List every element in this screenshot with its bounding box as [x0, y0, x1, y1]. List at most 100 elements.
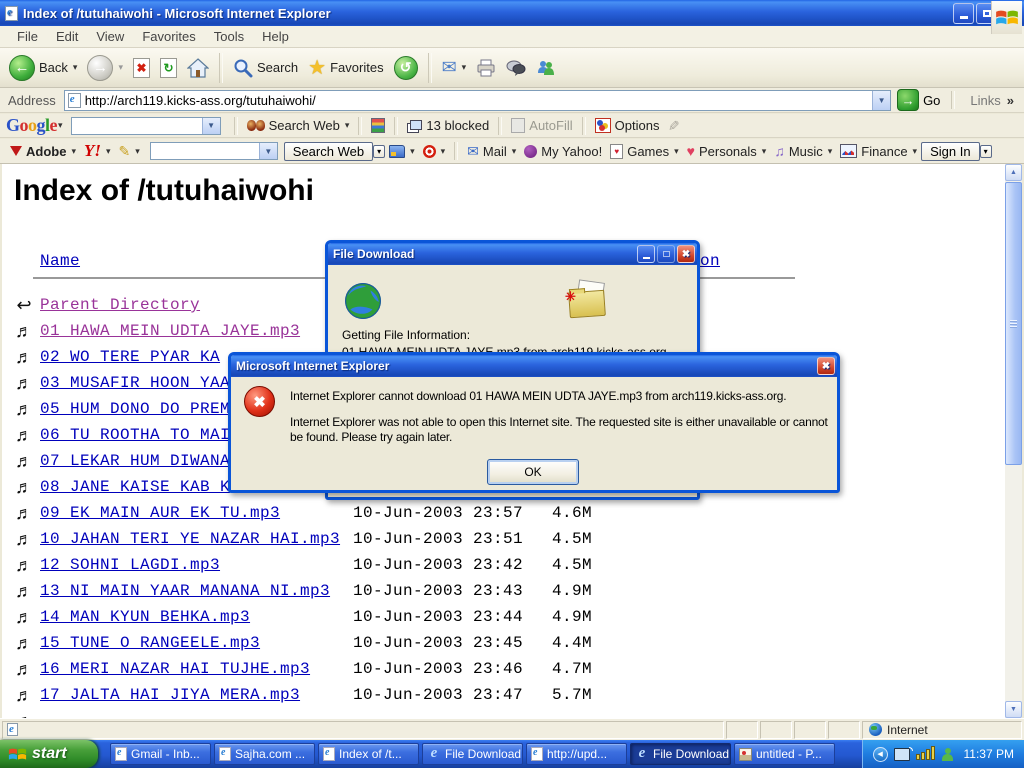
my-yahoo-button[interactable]: My Yahoo!: [520, 143, 606, 160]
google-options-button[interactable]: Options: [591, 116, 664, 135]
messenger-tray-icon[interactable]: [941, 748, 954, 761]
file-link[interactable]: 06 TU ROOTHA TO MAI: [40, 426, 230, 444]
history-button[interactable]: ↺: [389, 53, 423, 83]
yahoo-search-web-dropdown[interactable]: ▾: [373, 145, 385, 158]
stop-button[interactable]: ✖: [128, 55, 155, 81]
error-close-button[interactable]: ✖: [817, 357, 835, 375]
mail-button[interactable]: ✉ ▾: [437, 54, 472, 81]
dialog-close-button[interactable]: ✖: [677, 245, 695, 263]
sign-in-dropdown[interactable]: ▾: [980, 145, 992, 158]
refresh-button[interactable]: ↻: [155, 55, 182, 81]
menu-item[interactable]: Favorites: [133, 27, 204, 46]
file-link[interactable]: 17 JALTA HAI JIYA MERA.mp3: [40, 686, 300, 704]
messenger-button[interactable]: [531, 56, 561, 80]
popup-blocker-button[interactable]: 13 blocked: [403, 116, 493, 135]
google-dropdown-icon[interactable]: ▾: [58, 120, 63, 131]
taskbar-button[interactable]: http://upd...: [526, 743, 627, 765]
file-link[interactable]: 05 HUM DONO DO PREM: [40, 400, 230, 418]
file-link[interactable]: 16 MERI NAZAR HAI TUJHE.mp3: [40, 660, 310, 678]
scroll-down-button[interactable]: ▼: [1005, 701, 1022, 718]
google-page-info-button[interactable]: [367, 116, 389, 135]
signal-strength-icon[interactable]: [916, 748, 935, 760]
error-dialog-titlebar[interactable]: Microsoft Internet Explorer ✖: [231, 355, 837, 377]
games-button[interactable]: ♥ Games ▾: [606, 143, 682, 160]
file-link[interactable]: 09 EK MAIN AUR EK TU.mp3: [40, 504, 280, 522]
favorites-button[interactable]: ★ Favorites: [303, 52, 388, 83]
scroll-up-button[interactable]: ▲: [1005, 164, 1022, 181]
music-dropdown-icon[interactable]: ▾: [828, 146, 833, 157]
personals-button[interactable]: ♥ Personals ▾: [683, 142, 771, 160]
back-dropdown-icon[interactable]: ▾: [73, 62, 78, 73]
file-link[interactable]: 14 MAN KYUN BEHKA.mp3: [40, 608, 250, 626]
dialog-minimize-button[interactable]: [637, 245, 655, 263]
mail-dropdown-icon[interactable]: ▾: [512, 146, 517, 157]
start-button[interactable]: start: [0, 740, 98, 768]
taskbar-button[interactable]: Sajha.com ...: [214, 743, 315, 765]
ok-button[interactable]: OK: [487, 459, 579, 485]
back-button[interactable]: ← Back ▾: [4, 52, 82, 84]
vertical-scrollbar[interactable]: ▲ ▼: [1005, 164, 1022, 718]
target-dropdown-icon[interactable]: ▾: [441, 146, 446, 157]
search-web-dropdown-icon[interactable]: ▾: [345, 120, 350, 131]
google-logo[interactable]: Google: [6, 115, 57, 136]
forward-button[interactable]: → ▾: [82, 52, 128, 84]
file-download-titlebar[interactable]: File Download ✖: [328, 243, 697, 265]
bookmarks-dropdown-icon[interactable]: ▾: [410, 146, 415, 157]
file-link[interactable]: 15 TUNE O RANGEELE.mp3: [40, 634, 260, 652]
file-link[interactable]: 13 NI MAIN YAAR MANANA NI.mp3: [40, 582, 330, 600]
yahoo-dropdown-icon[interactable]: ▾: [106, 146, 111, 157]
go-button[interactable]: → Go: [897, 89, 940, 111]
column-header-description-partial[interactable]: on: [700, 252, 720, 270]
file-link[interactable]: 02 WO TERE PYAR KA: [40, 348, 220, 366]
yahoo-search-dropdown[interactable]: ▼: [259, 143, 277, 159]
address-dropdown-button[interactable]: ▼: [872, 91, 890, 110]
links-label[interactable]: Links: [970, 93, 1000, 108]
yahoo-bookmarks-button[interactable]: ▾: [385, 144, 419, 159]
file-link[interactable]: 07 LEKAR HUM DIWANA: [40, 452, 230, 470]
forward-dropdown-icon[interactable]: ▾: [118, 62, 123, 73]
network-monitor-icon[interactable]: [894, 748, 910, 761]
autofill-button[interactable]: AutoFill: [507, 116, 576, 135]
taskbar-button[interactable]: untitled - P...: [734, 743, 835, 765]
yahoo-search-input[interactable]: ▼: [150, 142, 278, 160]
yahoo-menu-button[interactable]: Y! ▾: [80, 140, 115, 162]
menu-item[interactable]: Edit: [47, 27, 87, 46]
personals-dropdown-icon[interactable]: ▾: [762, 146, 767, 157]
music-button[interactable]: ♫ Music ▾: [770, 142, 836, 160]
address-url[interactable]: http://arch119.kicks-ass.org/tutuhaiwohi…: [85, 93, 868, 108]
taskbar-button[interactable]: File Download: [422, 743, 523, 765]
scrollbar-thumb[interactable]: [1005, 182, 1022, 465]
file-link[interactable]: 03 MUSAFIR HOON YAA: [40, 374, 230, 392]
file-link[interactable]: 10 JAHAN TERI YE NAZAR HAI.mp3: [40, 530, 340, 548]
print-button[interactable]: [471, 56, 501, 80]
taskbar-button[interactable]: Index of /t...: [318, 743, 419, 765]
yahoo-edit-button[interactable]: ✎ ▾: [115, 142, 144, 161]
file-link[interactable]: 08 JANE KAISE KAB K: [40, 478, 230, 496]
menu-item[interactable]: Help: [253, 27, 298, 46]
minimize-button[interactable]: [953, 3, 974, 24]
mail-dropdown-icon[interactable]: ▾: [462, 62, 467, 73]
menu-item[interactable]: Tools: [205, 27, 253, 46]
google-search-web-button[interactable]: Search Web ▾: [243, 116, 354, 135]
games-dropdown-icon[interactable]: ▾: [674, 146, 679, 157]
links-overflow-icon[interactable]: »: [1007, 93, 1014, 108]
google-search-dropdown[interactable]: ▼: [202, 118, 220, 134]
taskbar-button[interactable]: File Download: [630, 743, 731, 765]
file-link[interactable]: 01 HAWA MEIN UDTA JAYE.mp3: [40, 322, 300, 340]
yahoo-target-button[interactable]: ▾: [419, 144, 450, 159]
finance-dropdown-icon[interactable]: ▾: [913, 146, 918, 157]
window-titlebar[interactable]: Index of /tutuhaiwohi - Microsoft Intern…: [0, 0, 1024, 26]
search-button[interactable]: Search: [228, 55, 303, 81]
discuss-button[interactable]: [501, 56, 531, 80]
pencil-dropdown-icon[interactable]: ▾: [135, 146, 140, 157]
finance-button[interactable]: Finance ▾: [836, 143, 921, 160]
taskbar-button[interactable]: Gmail - Inb...: [110, 743, 211, 765]
file-link[interactable]: Parent Directory: [40, 296, 200, 314]
highlight-button[interactable]: ✎: [663, 115, 683, 136]
adobe-dropdown-icon[interactable]: ▾: [71, 146, 76, 157]
menu-item[interactable]: File: [8, 27, 47, 46]
tray-collapse-icon[interactable]: ◀: [873, 747, 888, 762]
column-header-name[interactable]: Name: [40, 252, 80, 270]
sign-in-button[interactable]: Sign In: [921, 142, 979, 161]
menu-item[interactable]: View: [87, 27, 133, 46]
